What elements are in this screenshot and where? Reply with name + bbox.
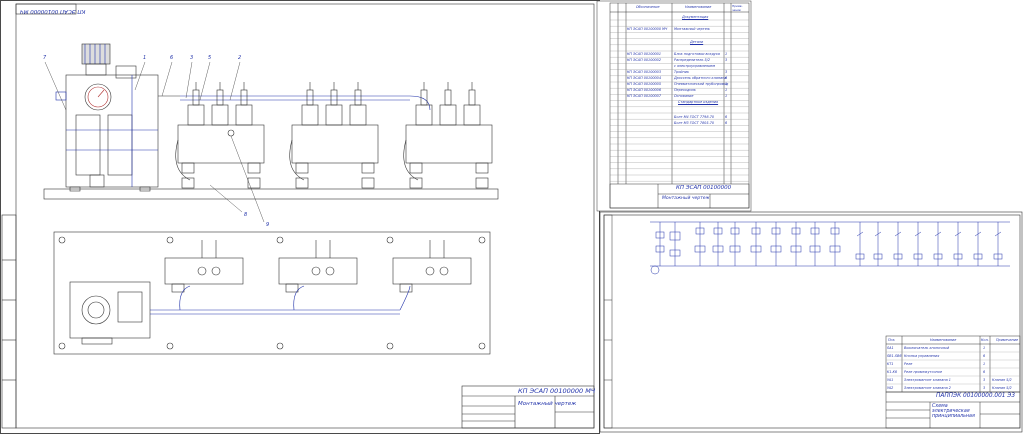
spec-section-std: Стандартные изделия (678, 100, 719, 104)
spec-row-qty: 1 (725, 94, 728, 98)
spec-row-code: КП ЭСАП 00100002 (627, 58, 661, 62)
spec-row-name: Дроссель обратного клапана (674, 76, 727, 80)
legend-row-qty: 6 (983, 370, 986, 374)
legend-row-pos: KT1 (887, 362, 894, 366)
spec-row-code: КП ЭСАП 00100005 (627, 82, 661, 86)
spec-row-qty: 1 (725, 52, 728, 56)
callout-number: 2 (238, 55, 242, 61)
spec-header-note: Приме-чание (732, 4, 743, 12)
drawing-canvas (1, 0, 1023, 433)
legend-row-qty: 3 (983, 378, 986, 382)
legend-row-qty: 1 (983, 346, 986, 350)
spec-row-name: Основание (674, 94, 694, 98)
spec-header-name: Наименование (685, 5, 712, 9)
legend-row-name: Электромагнит клапана 2 (904, 386, 951, 390)
legend-row-pos: YA1 (887, 378, 894, 382)
spec-row-qty: 1 (725, 88, 728, 92)
spec-section-parts: Детали (690, 40, 704, 44)
legend-row-name: Кнопка управления (904, 354, 940, 358)
spec-row-name: Распределитель 5/2 (674, 58, 711, 62)
spec-row-name: Пневматический трубопровод (674, 82, 729, 86)
legend-row-pos: K1-K6 (887, 370, 897, 374)
right-title-code: ПАППЭК 00100000.001 Э3 (936, 393, 1016, 399)
spec-row-qty: 6 (725, 121, 728, 125)
callout-number: 9 (266, 222, 270, 228)
spec-row-qty: 3 (725, 58, 728, 62)
spec-row-name: с электроуправлением (674, 64, 716, 68)
legend-header-qty: Кол. (981, 338, 989, 342)
callout-number: 6 (170, 55, 174, 61)
spec-row-name: Блок подготовки воздуха (674, 52, 720, 56)
legend-row-pos: SB1-SB6 (887, 354, 902, 358)
spec-row-code: КП ЭСАП 00100006 (627, 88, 661, 92)
legend-row-pos: SA1 (887, 346, 894, 350)
spec-section-docs: Документация (682, 15, 709, 19)
right-title-name: Схема электрическая принципиальная (932, 404, 975, 419)
spec-row-code: КП ЭСАП 00100000 МЧ (627, 27, 668, 31)
spec-row-qty: 6 (725, 115, 728, 119)
callout-number: 8 (244, 212, 248, 218)
legend-row-name: Электромагнит клапана 1 (904, 378, 951, 382)
spec-row-name: Монтажный чертеж (674, 27, 710, 31)
spec-row-name: Болт М4 ГОСТ 7798-70 (674, 115, 715, 119)
legend-row-note: Клапан 5/2 (992, 378, 1012, 382)
spec-row-code: КП ЭСАП 00100001 (627, 52, 661, 56)
spec-header-code: Обозначение (636, 5, 660, 9)
spec-row-code: КП ЭСАП 00100003 (627, 70, 661, 74)
spec-row-qty: 3 (725, 70, 728, 74)
spec-row-name: Тройник (674, 70, 689, 74)
spec-row-name: Переходник (674, 88, 696, 92)
legend-row-pos: YA2 (887, 386, 894, 390)
legend-row-qty: 1 (983, 362, 986, 366)
callout-number: 3 (190, 55, 194, 61)
legend-row-qty: 3 (983, 386, 986, 390)
legend-header-name: Наименование (930, 338, 957, 342)
legend-row-note: Клапан 5/2 (992, 386, 1012, 390)
callout-number: 1 (143, 55, 147, 61)
legend-row-name: Реле промежуточное (904, 370, 943, 374)
spec-row-code: КП ЭСАП 00100004 (627, 76, 661, 80)
spec-title-name: Монтажный чертеж (662, 196, 710, 201)
spec-row-name: Болт М3 ГОСТ 7805-70 (674, 121, 715, 125)
callout-number: 7 (43, 55, 47, 61)
spec-row-code: КП ЭСАП 00100007 (627, 94, 661, 98)
legend-header-pos: Поз. (888, 338, 896, 342)
legend-row-qty: 6 (983, 354, 986, 358)
left-title-code: КП ЭСАП 00100000 МЧ (518, 387, 596, 395)
legend-row-name: Выключатель кнопочный (904, 346, 950, 350)
legend-header-note: Примечание (996, 338, 1019, 342)
callout-number: 5 (208, 55, 212, 61)
legend-row-name: Реле (904, 362, 913, 366)
spec-title-code: КП ЭСАП 00100000 (676, 185, 732, 191)
spec-row-qty: 6 (725, 76, 728, 80)
left-title-name: Монтажный чертеж (518, 401, 577, 407)
spec-row-qty: 1 (725, 82, 728, 86)
